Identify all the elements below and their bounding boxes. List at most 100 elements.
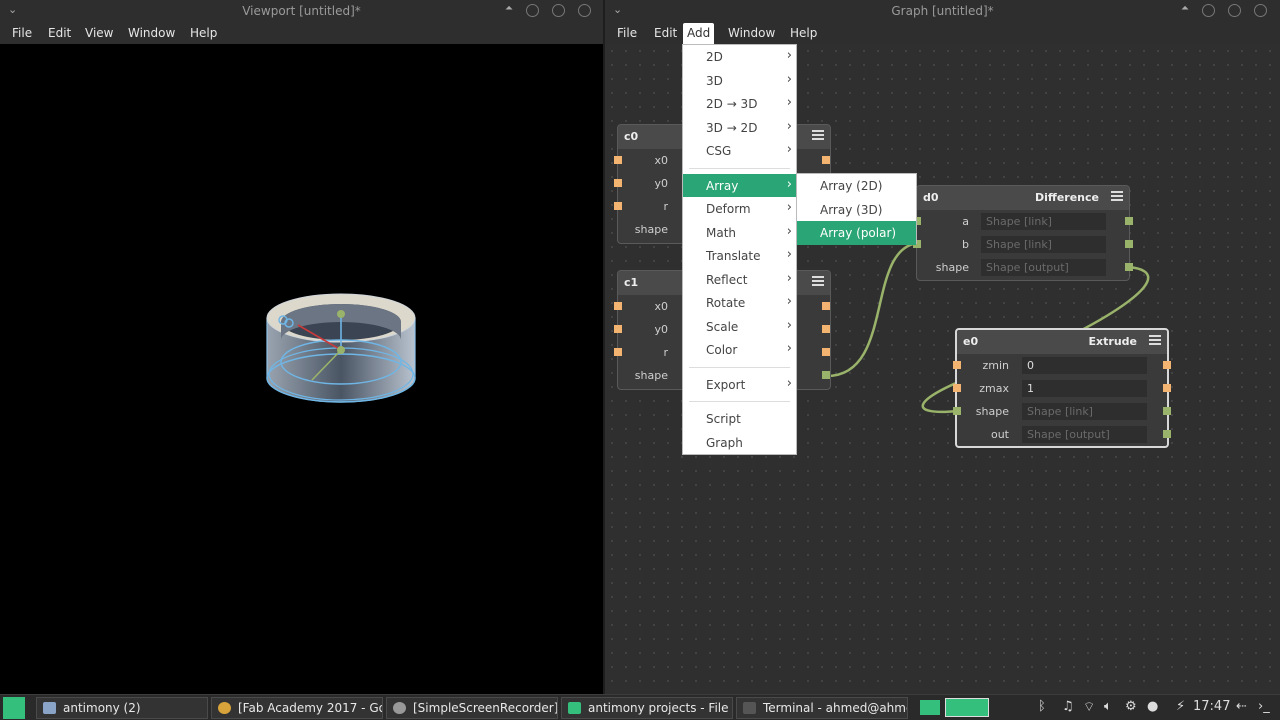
chrome-icon — [218, 702, 231, 714]
add-menu-export[interactable]: Export › — [683, 373, 796, 397]
menu-window[interactable]: Window — [125, 26, 178, 40]
chevron-right-icon: › — [786, 48, 792, 63]
add-menu-2d-to-3d[interactable]: 2D → 3D › — [683, 92, 796, 116]
field-out[interactable]: Shape [output] — [1022, 426, 1147, 443]
task-terminal[interactable]: Terminal - ahmed@ahme... — [736, 697, 908, 719]
add-menu-array[interactable]: Array › — [683, 173, 796, 197]
input-port[interactable] — [614, 156, 622, 164]
menu-item-label: Scale — [706, 319, 739, 334]
input-port[interactable] — [614, 202, 622, 210]
minimize-icon[interactable] — [526, 4, 539, 17]
submenu-array-2d[interactable]: Array (2D) — [797, 174, 916, 198]
menu-item-label: 3D — [706, 73, 723, 88]
output-port[interactable] — [1163, 384, 1171, 392]
add-menu-color[interactable]: Color › — [683, 338, 796, 362]
input-port[interactable] — [614, 179, 622, 187]
wifi-icon[interactable]: ⌔ — [1083, 699, 1095, 715]
show-desktop-icon[interactable]: ›_ — [1258, 699, 1270, 714]
menu-item-label: Array — [706, 178, 739, 193]
menu-edit[interactable]: Edit — [45, 26, 74, 40]
bluetooth-icon[interactable]: ᛒ — [1038, 699, 1046, 714]
field-shape[interactable]: Shape [output] — [981, 259, 1106, 276]
submenu-array-polar[interactable]: Array (polar) — [797, 221, 916, 245]
close-icon[interactable] — [578, 4, 591, 17]
shade-icon[interactable]: ⏶ — [1181, 3, 1189, 14]
output-port[interactable] — [822, 325, 830, 333]
menu-file[interactable]: File — [614, 26, 640, 40]
add-menu-2d[interactable]: 2D › — [683, 45, 796, 69]
add-menu-translate[interactable]: Translate › — [683, 244, 796, 268]
menu-window[interactable]: Window — [725, 26, 778, 40]
output-port[interactable] — [822, 302, 830, 310]
maximize-icon[interactable] — [552, 4, 565, 17]
menu-help[interactable]: Help — [187, 26, 220, 40]
add-menu-csg[interactable]: CSG › — [683, 139, 796, 163]
input-port[interactable] — [614, 325, 622, 333]
viewport-window: ⌄ Viewport [untitled]* ⏶ File Edit View … — [0, 0, 603, 694]
close-icon[interactable] — [1254, 4, 1267, 17]
task-file-manager[interactable]: antimony projects - File ... — [561, 697, 733, 719]
add-menu-3d[interactable]: 3D › — [683, 69, 796, 93]
output-port[interactable] — [822, 371, 830, 379]
menu-edit[interactable]: Edit — [651, 26, 680, 40]
clock[interactable]: 17:47 — [1193, 699, 1230, 714]
camera-icon[interactable]: ● — [1147, 699, 1158, 714]
add-menu-rotate[interactable]: Rotate › — [683, 291, 796, 315]
input-port[interactable] — [614, 348, 622, 356]
battery-icon[interactable]: ⚡ — [1176, 699, 1185, 714]
output-port[interactable] — [1125, 240, 1133, 248]
output-port[interactable] — [1163, 430, 1171, 438]
submenu-array-3d[interactable]: Array (3D) — [797, 198, 916, 222]
add-menu-script[interactable]: Script — [683, 407, 796, 431]
chevron-right-icon: › — [786, 270, 792, 286]
field-shape[interactable]: Shape [link] — [1022, 403, 1147, 420]
output-port[interactable] — [1125, 217, 1133, 225]
logout-icon[interactable]: ⇠ — [1236, 699, 1247, 714]
hamburger-icon[interactable] — [812, 130, 824, 142]
viewport-titlebar[interactable]: ⌄ Viewport [untitled]* ⏶ — [0, 0, 603, 22]
field-zmin[interactable]: 0 — [1022, 357, 1147, 374]
add-menu-deform[interactable]: Deform › — [683, 197, 796, 221]
hamburger-icon[interactable] — [812, 276, 824, 288]
output-port[interactable] — [1125, 263, 1133, 271]
menu-file[interactable]: File — [9, 26, 35, 40]
graph-titlebar[interactable]: ⌄ Graph [untitled]* ⏶ — [605, 0, 1280, 22]
output-port[interactable] — [1163, 407, 1171, 415]
node-name: d0 — [923, 191, 939, 204]
task-browser[interactable]: [Fab Academy 2017 - Go... — [211, 697, 383, 719]
port-label: x0 — [654, 154, 668, 167]
add-menu-scale[interactable]: Scale › — [683, 315, 796, 339]
minimize-icon[interactable] — [1202, 4, 1215, 17]
input-port[interactable] — [614, 302, 622, 310]
hamburger-icon[interactable] — [1111, 191, 1123, 203]
workspace-2[interactable] — [945, 698, 989, 717]
node-d0-difference[interactable]: d0 Difference a Shape [link] b Shape [link]… — [913, 185, 1133, 281]
add-menu-math[interactable]: Math › — [683, 221, 796, 245]
output-port[interactable] — [822, 156, 830, 164]
field-zmax[interactable]: 1 — [1022, 380, 1147, 397]
port-label: shape — [634, 369, 668, 382]
chevron-right-icon: › — [786, 375, 792, 391]
output-port[interactable] — [822, 348, 830, 356]
add-menu-reflect[interactable]: Reflect › — [683, 268, 796, 292]
task-screen-recorder[interactable]: [SimpleScreenRecorder] — [386, 697, 558, 719]
output-port[interactable] — [1163, 361, 1171, 369]
headphones-icon[interactable]: ♫ — [1062, 699, 1074, 714]
gear-icon[interactable]: ⚙ — [1125, 699, 1137, 714]
hamburger-icon[interactable] — [1149, 335, 1161, 347]
3d-viewport-canvas[interactable] — [0, 44, 603, 694]
shade-icon[interactable]: ⏶ — [505, 3, 513, 14]
add-menu-graph[interactable]: Graph — [683, 431, 796, 455]
menu-add[interactable]: Add — [683, 23, 715, 45]
start-menu-icon[interactable] — [3, 697, 25, 719]
field-a[interactable]: Shape [link] — [981, 213, 1106, 230]
task-antimony[interactable]: antimony (2) — [36, 697, 208, 719]
maximize-icon[interactable] — [1228, 4, 1241, 17]
volume-icon[interactable]: 🔈︎ — [1104, 699, 1112, 714]
add-menu-3d-to-2d[interactable]: 3D → 2D › — [683, 116, 796, 140]
workspace-1[interactable] — [920, 700, 940, 715]
menu-view[interactable]: View — [82, 26, 116, 40]
field-b[interactable]: Shape [link] — [981, 236, 1106, 253]
node-e0-extrude[interactable]: e0 Extrude zmin 0 zmax 1 shape Shape [link] … — [953, 328, 1171, 448]
menu-help[interactable]: Help — [787, 26, 820, 40]
